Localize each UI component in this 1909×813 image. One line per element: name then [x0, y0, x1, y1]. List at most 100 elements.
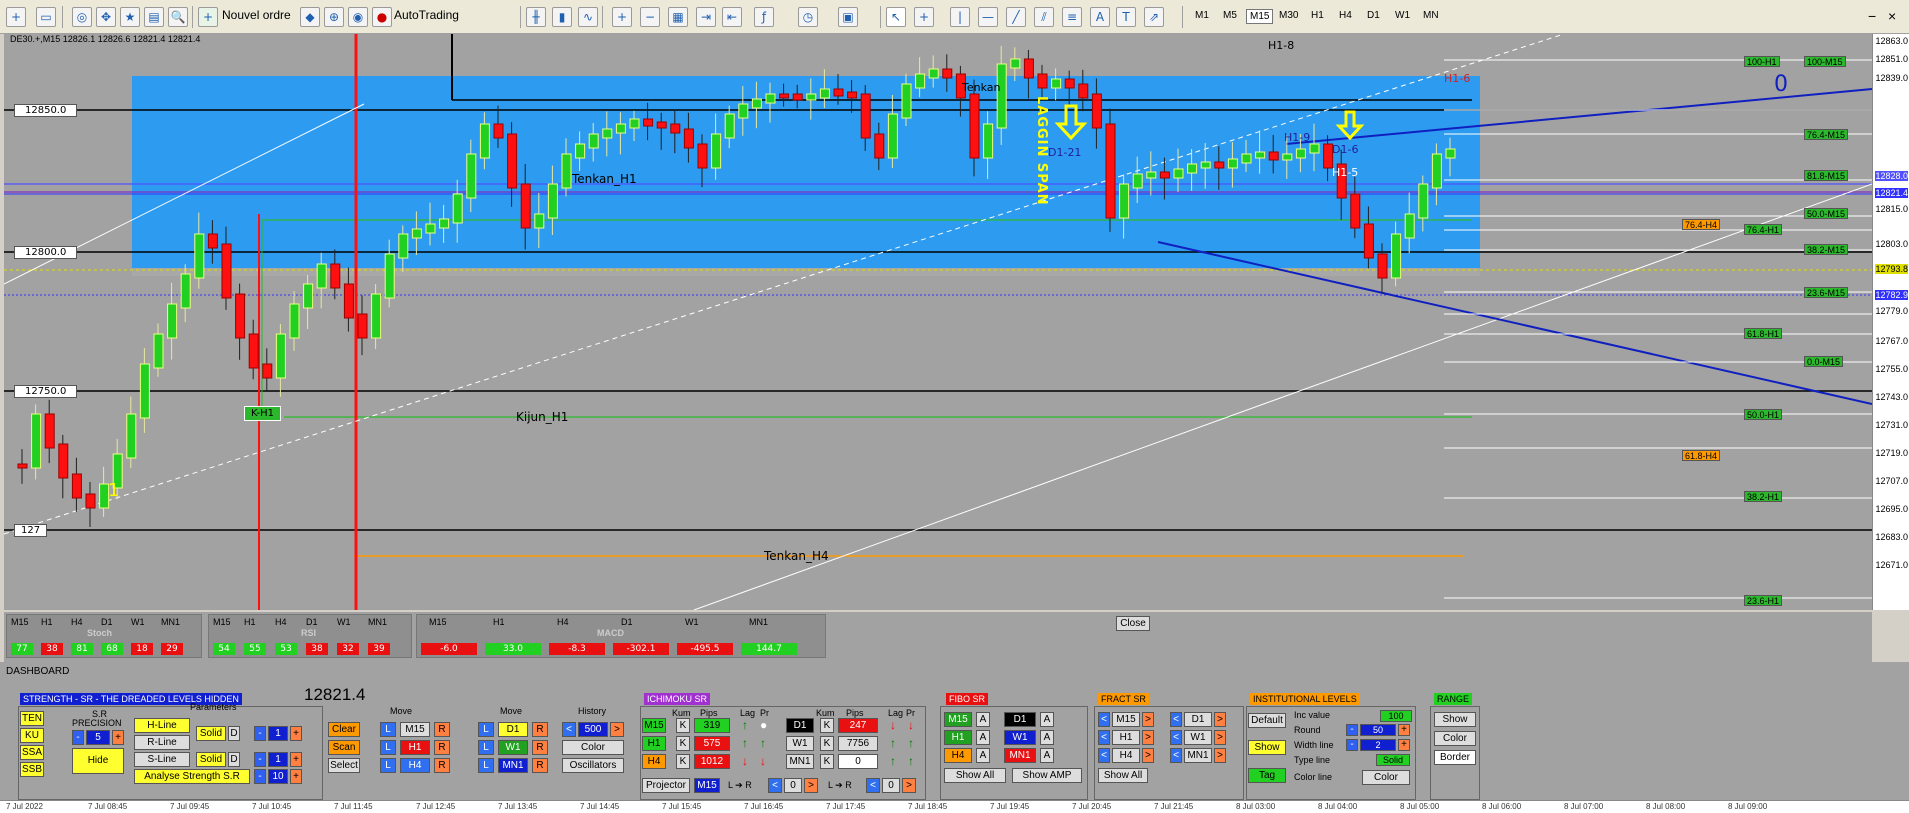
fract-mn1[interactable]: MN1 [1184, 748, 1212, 763]
move-m15[interactable]: M15 [400, 722, 430, 737]
market-icon[interactable]: ◉ [348, 7, 368, 27]
round-plus[interactable]: + [1398, 724, 1410, 736]
fibonacci-icon[interactable]: ≡ [1062, 7, 1082, 27]
width-value-2[interactable]: 1 [268, 752, 288, 767]
fract-next[interactable]: > [1214, 748, 1226, 763]
history-color-button[interactable]: Color [562, 740, 624, 755]
channel-icon[interactable]: ⫽ [1034, 7, 1054, 27]
move-h4[interactable]: H4 [400, 758, 430, 773]
tile-windows-icon[interactable]: ▦ [668, 7, 688, 27]
r-line-button[interactable]: R-Line [134, 735, 190, 750]
fibo-show-all-button[interactable]: Show All [944, 768, 1006, 783]
fract-prev[interactable]: < [1098, 748, 1110, 763]
ichi-k-left[interactable]: K [676, 718, 690, 733]
ichi-k-right[interactable]: K [820, 736, 834, 751]
move-l-1[interactable]: L [380, 722, 396, 737]
profiles-icon[interactable]: ▭ [36, 7, 56, 27]
projector-next[interactable]: > [804, 778, 818, 793]
fract-prev[interactable]: < [1098, 730, 1110, 745]
width-line-minus[interactable]: - [1346, 739, 1358, 751]
periods-icon[interactable]: ◷ [798, 7, 818, 27]
round-minus[interactable]: - [1346, 724, 1358, 736]
move-l-3[interactable]: L [380, 758, 396, 773]
fibo-a-h4[interactable]: A [976, 748, 990, 763]
tf-mn[interactable]: MN [1420, 9, 1442, 22]
window-minimize-icon[interactable]: − [1868, 8, 1876, 24]
fibo-show-amp-button[interactable]: Show AMP [1012, 768, 1082, 783]
text-icon[interactable]: A [1090, 7, 1110, 27]
crosshair-icon[interactable]: + [914, 7, 934, 27]
strength-plus[interactable]: + [290, 769, 302, 784]
terminal-icon[interactable]: ▤ [144, 7, 164, 27]
tf-h1[interactable]: H1 [1308, 9, 1327, 22]
fibo-a-m15[interactable]: A [976, 712, 990, 727]
cursor-icon[interactable]: ↖ [886, 7, 906, 27]
window-close-icon[interactable]: × [1888, 8, 1896, 24]
select-button[interactable]: Select [328, 758, 360, 773]
move-d1[interactable]: D1 [498, 722, 528, 737]
templates-icon[interactable]: ▣ [838, 7, 858, 27]
width-line-value[interactable]: 2 [1360, 739, 1396, 751]
projector-prev[interactable]: < [768, 778, 782, 793]
fract-show-all-button[interactable]: Show All [1098, 768, 1148, 783]
style-solid-1[interactable]: Solid [196, 726, 226, 741]
tf-m15[interactable]: M15 [1246, 9, 1274, 24]
trendline-icon[interactable]: ╱ [1006, 7, 1026, 27]
fract-next[interactable]: > [1142, 712, 1154, 727]
text-label-icon[interactable]: T [1116, 7, 1136, 27]
fract-next[interactable]: > [1214, 730, 1226, 745]
data-window-icon[interactable]: ✥ [96, 7, 116, 27]
fract-prev[interactable]: < [1170, 748, 1182, 763]
fract-w1[interactable]: W1 [1184, 730, 1212, 745]
projector-value[interactable]: 0 [784, 778, 802, 793]
analyse-strength-button[interactable]: Analyse Strength S.R [134, 769, 250, 784]
style-solid-2[interactable]: Solid [196, 752, 226, 767]
move-r-3[interactable]: R [434, 758, 450, 773]
price-chart[interactable]: DE30.+,M15 12826.1 12826.6 12821.4 12821… [4, 34, 1872, 610]
fibo-a-d1[interactable]: A [1040, 712, 1054, 727]
strength-value[interactable]: 10 [268, 769, 288, 784]
fibo-a-w1[interactable]: A [1040, 730, 1054, 745]
fract-prev[interactable]: < [1098, 712, 1110, 727]
inc-value-input[interactable]: 100 [1380, 710, 1412, 722]
tf-h4[interactable]: H4 [1336, 9, 1355, 22]
round-value[interactable]: 50 [1360, 724, 1396, 736]
tf-m5[interactable]: M5 [1220, 9, 1240, 22]
h-line-button[interactable]: H-Line [134, 718, 190, 733]
fibo-h4[interactable]: H4 [944, 748, 972, 763]
move-r-4[interactable]: R [532, 722, 548, 737]
move-l-2[interactable]: L [380, 740, 396, 755]
range-show-button[interactable]: Show [1434, 712, 1476, 727]
d-button-1[interactable]: D [228, 726, 240, 741]
autotrading-button[interactable]: AutoTrading [394, 8, 459, 22]
vertical-line-icon[interactable]: | [950, 7, 970, 27]
tf-d1[interactable]: D1 [1364, 9, 1383, 22]
precision-plus[interactable]: + [112, 730, 124, 745]
clear-button[interactable]: Clear [328, 722, 360, 737]
market-watch-icon[interactable]: ◎ [72, 7, 92, 27]
move-l-4[interactable]: L [478, 722, 494, 737]
precision-minus[interactable]: - [72, 730, 84, 745]
ichi-k-right[interactable]: K [820, 718, 834, 733]
signals-icon[interactable]: ⊕ [324, 7, 344, 27]
candles-icon[interactable]: ▮ [552, 7, 572, 27]
move-r-2[interactable]: R [434, 740, 450, 755]
navigator-icon[interactable]: ★ [120, 7, 140, 27]
projector-tf[interactable]: M15 [694, 778, 720, 793]
ichi-tf-left[interactable]: H4 [642, 754, 666, 769]
fibo-d1[interactable]: D1 [1004, 712, 1036, 727]
move-w1[interactable]: W1 [498, 740, 528, 755]
ichi-tf-left[interactable]: M15 [642, 718, 666, 733]
line-chart-icon[interactable]: ∿ [578, 7, 598, 27]
fract-next[interactable]: > [1142, 730, 1154, 745]
fibo-h1[interactable]: H1 [944, 730, 972, 745]
width-line-plus[interactable]: + [1398, 739, 1410, 751]
ku-toggle[interactable]: KU [20, 728, 44, 743]
arrows-icon[interactable]: ⇗ [1144, 7, 1164, 27]
history-prev[interactable]: < [562, 722, 576, 737]
width-plus-1[interactable]: + [290, 726, 302, 741]
fibo-m15[interactable]: M15 [944, 712, 972, 727]
horizontal-line-icon[interactable]: — [978, 7, 998, 27]
move-l-5[interactable]: L [478, 740, 494, 755]
tf-m30[interactable]: M30 [1276, 9, 1301, 22]
